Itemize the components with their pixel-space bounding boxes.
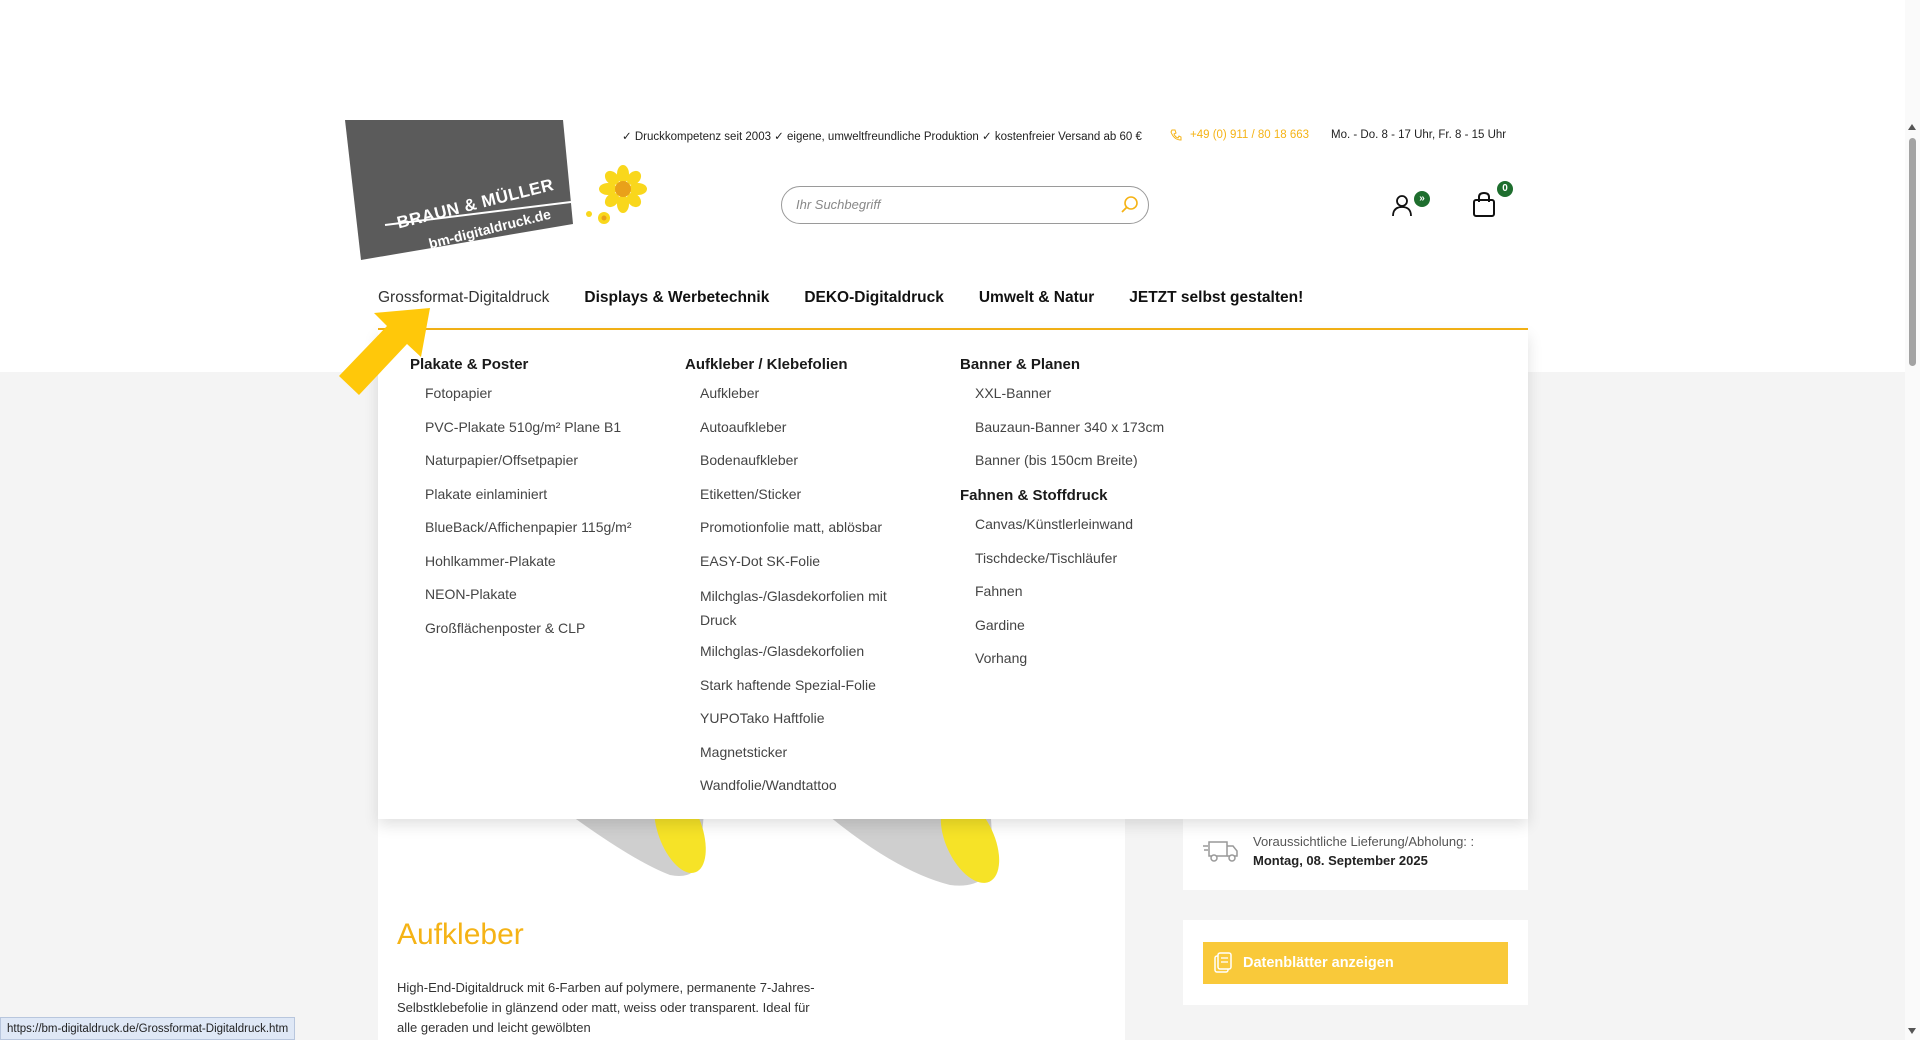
cart-icon[interactable] <box>1472 192 1496 218</box>
menu-heading-banner[interactable]: Banner & Planen <box>960 356 1200 373</box>
scroll-up-icon[interactable] <box>1908 124 1916 130</box>
opening-hours: Mo. - Do. 8 - 17 Uhr, Fr. 8 - 15 Uhr <box>1331 129 1507 141</box>
menu-column-aufkleber: Aufkleber / Klebefolien Aufkleber Autoau… <box>685 356 915 809</box>
pointer-arrow-icon <box>339 308 430 395</box>
menu-item[interactable]: Gardine <box>975 615 1200 635</box>
menu-item[interactable]: Vorhang <box>975 648 1200 668</box>
nav-umwelt-natur[interactable]: Umwelt & Natur <box>979 289 1094 307</box>
menu-item[interactable]: BlueBack/Affichenpapier 115g/m² <box>425 517 650 537</box>
menu-item[interactable]: EASY-Dot SK-Folie <box>700 551 915 571</box>
menu-item[interactable]: Hohlkammer-Plakate <box>425 551 650 571</box>
menu-item[interactable]: Banner (bis 150cm Breite) <box>975 450 1200 470</box>
status-url: https://bm-digitaldruck.de/Grossformat-D… <box>0 1017 296 1040</box>
menu-item[interactable]: Stark haftende Spezial-Folie <box>700 675 915 695</box>
main-navigation: Grossformat-Digitaldruck Displays & Werb… <box>378 289 1338 307</box>
search-icon[interactable] <box>1120 195 1140 215</box>
nav-jetzt-selbst-gestalten[interactable]: JETZT selbst gestalten! <box>1129 289 1303 307</box>
account-icon[interactable] <box>1391 194 1413 218</box>
menu-item[interactable]: Magnetsticker <box>700 742 915 762</box>
document-icon <box>1214 952 1232 973</box>
menu-item[interactable]: Plakate einlaminiert <box>425 484 650 504</box>
phone-icon <box>1170 129 1182 141</box>
mega-menu-dropdown: Plakate & Poster Fotopapier PVC-Plakate … <box>378 330 1528 819</box>
menu-item[interactable]: Autoaufkleber <box>700 417 915 437</box>
menu-item[interactable]: Großflächenposter & CLP <box>425 618 650 638</box>
menu-column-banner: Banner & Planen XXL-Banner Bauzaun-Banne… <box>960 356 1200 682</box>
small-flower-icon <box>586 211 610 224</box>
product-title: Aufkleber <box>397 918 524 951</box>
menu-item[interactable]: Bauzaun-Banner 340 x 173cm <box>975 417 1200 437</box>
nav-displays-werbetechnik[interactable]: Displays & Werbetechnik <box>584 289 769 307</box>
usp-text: ✓ Druckkompetenz seit 2003 ✓ eigene, umw… <box>622 131 1142 143</box>
phone-link[interactable]: +49 (0) 911 / 80 18 663 <box>1170 129 1309 141</box>
menu-item[interactable]: Milchglas-/Glasdekorfolien mit Druck <box>700 584 900 632</box>
delivery-date: Montag, 08. September 2025 <box>1253 853 1428 868</box>
menu-item[interactable]: Canvas/Künstlerleinwand <box>975 514 1200 534</box>
menu-item[interactable]: Bodenaufkleber <box>700 450 915 470</box>
menu-item[interactable]: Fotopapier <box>425 383 650 403</box>
menu-item[interactable]: Etiketten/Sticker <box>700 484 915 504</box>
menu-item[interactable]: NEON-Plakate <box>425 584 650 604</box>
datasheet-button[interactable]: Datenblätter anzeigen <box>1203 942 1508 984</box>
scroll-down-icon[interactable] <box>1908 1028 1916 1034</box>
menu-heading-aufkleber[interactable]: Aufkleber / Klebefolien <box>685 356 915 373</box>
menu-item[interactable]: Aufkleber <box>700 383 915 403</box>
menu-heading-fahnen[interactable]: Fahnen & Stoffdruck <box>960 487 1200 504</box>
account-badge: » <box>1414 191 1430 207</box>
scrollbar-thumb[interactable] <box>1909 138 1916 366</box>
menu-item[interactable]: Promotionfolie matt, ablösbar <box>700 517 915 537</box>
menu-column-plakate: Plakate & Poster Fotopapier PVC-Plakate … <box>410 356 650 651</box>
delivery-truck-icon <box>1203 841 1238 862</box>
search-input[interactable] <box>794 196 1108 213</box>
menu-item[interactable]: Wandfolie/Wandtattoo <box>700 775 915 795</box>
search-box <box>781 186 1149 224</box>
menu-item[interactable]: Naturpapier/Offsetpapier <box>425 450 650 470</box>
sunflower-icon <box>599 165 647 213</box>
nav-deko-digitaldruck[interactable]: DEKO-Digitaldruck <box>804 289 944 307</box>
menu-item[interactable]: XXL-Banner <box>975 383 1200 403</box>
menu-item[interactable]: Fahnen <box>975 581 1200 601</box>
datasheet-button-label: Datenblätter anzeigen <box>1243 955 1394 971</box>
phone-number: +49 (0) 911 / 80 18 663 <box>1190 129 1310 141</box>
menu-item[interactable]: YUPOTako Haftfolie <box>700 708 915 728</box>
product-description: High-End-Digitaldruck mit 6-Farben auf p… <box>397 980 815 1035</box>
cart-count-badge: 0 <box>1497 181 1513 197</box>
menu-item[interactable]: Tischdecke/Tischläufer <box>975 548 1200 568</box>
menu-heading-plakate[interactable]: Plakate & Poster <box>410 356 650 373</box>
menu-item[interactable]: Milchglas-/Glasdekorfolien <box>700 641 915 661</box>
delivery-label: Voraussichtliche Lieferung/Abholung: : <box>1253 834 1475 849</box>
menu-item[interactable]: PVC-Plakate 510g/m² Plane B1 <box>425 417 650 437</box>
